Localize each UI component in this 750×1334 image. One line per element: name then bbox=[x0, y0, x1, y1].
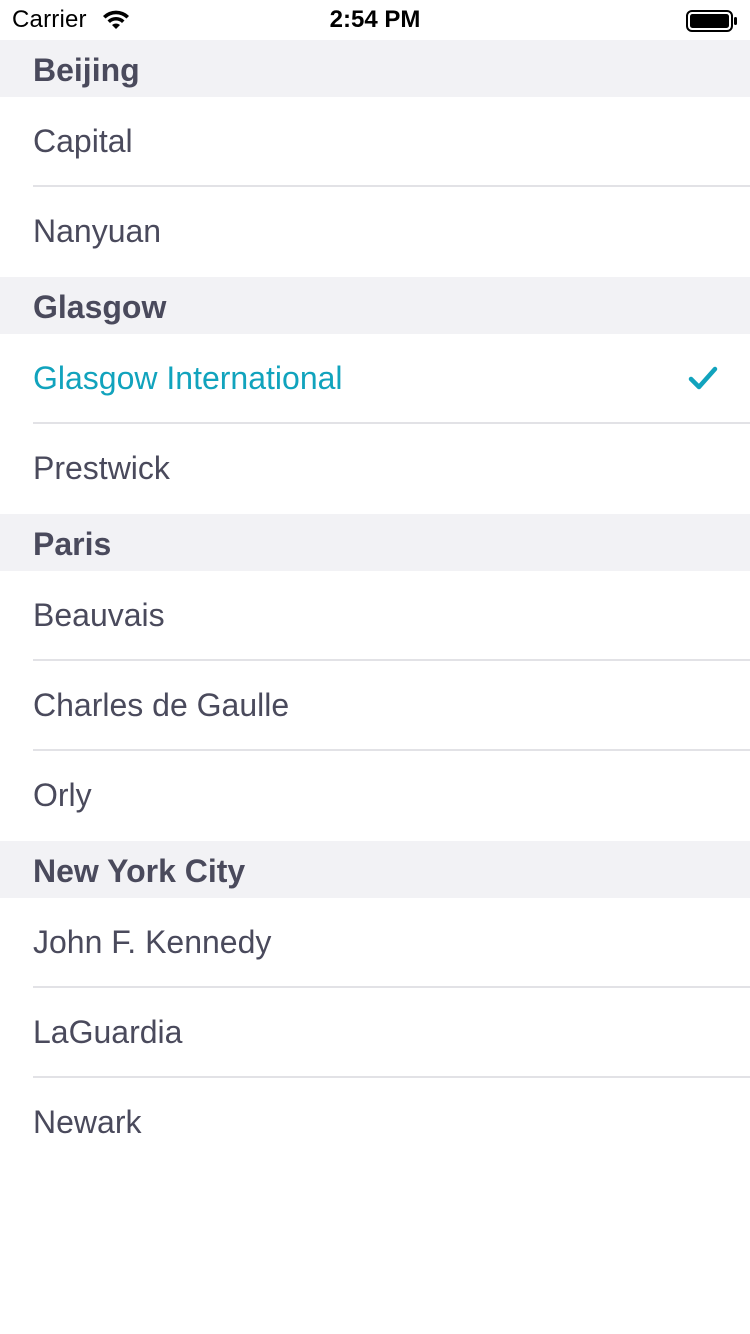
list-item-glasgow-international[interactable]: Glasgow International bbox=[0, 334, 750, 424]
list-item-orly[interactable]: Orly bbox=[0, 751, 750, 841]
clock: 2:54 PM bbox=[329, 6, 421, 33]
list-item-label: Orly bbox=[33, 777, 92, 813]
section-title: Glasgow bbox=[33, 289, 167, 325]
list-item-label: Newark bbox=[33, 1104, 142, 1140]
list-item-label: Nanyuan bbox=[33, 213, 162, 249]
section-title: Paris bbox=[33, 526, 112, 562]
list-item-prestwick[interactable]: Prestwick bbox=[0, 424, 750, 514]
section-header-glasgow: Glasgow bbox=[0, 277, 750, 334]
list-item-laguardia[interactable]: LaGuardia bbox=[0, 988, 750, 1078]
section-header-beijing: Beijing bbox=[0, 40, 750, 97]
list-item-newark[interactable]: Newark bbox=[0, 1078, 750, 1168]
list-item-label: Capital bbox=[33, 123, 133, 159]
list-item-label: Beauvais bbox=[33, 597, 165, 633]
list-item-label: John F. Kennedy bbox=[33, 924, 272, 960]
list-item-label: Charles de Gaulle bbox=[33, 687, 290, 723]
list-item-nanyuan[interactable]: Nanyuan bbox=[0, 187, 750, 277]
status-bar: Carrier 2:54 PM bbox=[0, 0, 750, 40]
section-header-new-york-city: New York City bbox=[0, 841, 750, 898]
list-item-capital[interactable]: Capital bbox=[0, 97, 750, 187]
list-item-label: LaGuardia bbox=[33, 1014, 183, 1050]
list-item-charles-de-gaulle[interactable]: Charles de Gaulle bbox=[0, 661, 750, 751]
section-title: New York City bbox=[33, 853, 246, 889]
list-item-label: Prestwick bbox=[33, 450, 170, 486]
section-header-paris: Paris bbox=[0, 514, 750, 571]
airport-list: Beijing Capital Nanyuan Glasgow Glasgow … bbox=[0, 40, 750, 1168]
list-item-beauvais[interactable]: Beauvais bbox=[0, 571, 750, 661]
list-item-john-f-kennedy[interactable]: John F. Kennedy bbox=[0, 898, 750, 988]
section-title: Beijing bbox=[33, 52, 140, 88]
list-item-label: Glasgow International bbox=[33, 360, 343, 396]
checkmark-icon bbox=[688, 366, 718, 390]
battery-icon bbox=[686, 10, 737, 32]
